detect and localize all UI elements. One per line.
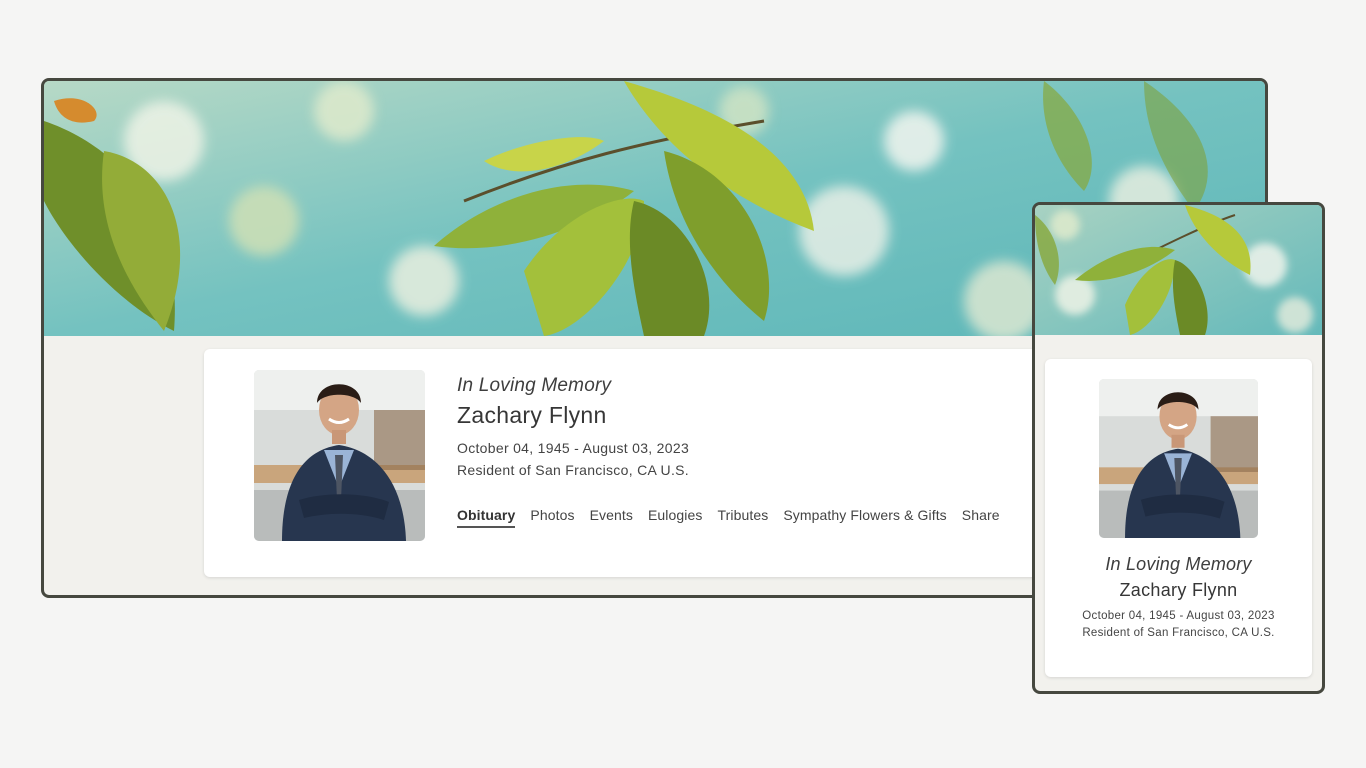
tab-tributes[interactable]: Tributes xyxy=(717,507,768,528)
memorial-card: In Loving Memory Zachary Flynn October 0… xyxy=(204,349,1084,577)
in-loving-memory-label-mobile: In Loving Memory xyxy=(1105,554,1252,574)
tab-photos[interactable]: Photos xyxy=(530,507,574,528)
portrait-photo xyxy=(254,370,425,541)
deceased-name-mobile: Zachary Flynn xyxy=(1119,580,1238,600)
tab-eulogies[interactable]: Eulogies xyxy=(648,507,703,528)
deceased-name: Zachary Flynn xyxy=(457,402,607,428)
tab-events[interactable]: Events xyxy=(590,507,633,528)
memorial-card-mobile: In Loving Memory Zachary Flynn October 0… xyxy=(1045,359,1312,677)
memorial-info-mobile: In Loving Memory Zachary Flynn October 0… xyxy=(1045,554,1312,639)
tab-obituary[interactable]: Obituary xyxy=(457,507,516,528)
cover-banner-image-mobile xyxy=(1035,205,1322,335)
tab-sympathy-flowers-gifts[interactable]: Sympathy Flowers & Gifts xyxy=(783,507,946,528)
mobile-preview: In Loving Memory Zachary Flynn October 0… xyxy=(1032,202,1325,694)
portrait-photo-mobile xyxy=(1099,379,1258,538)
memorial-tabs: Obituary Photos Events Eulogies Tributes… xyxy=(457,507,1000,528)
residence-text-mobile: Resident of San Francisco, CA U.S. xyxy=(1082,627,1275,639)
in-loving-memory-label: In Loving Memory xyxy=(457,375,612,396)
tab-share[interactable]: Share xyxy=(962,507,1000,528)
life-dates: October 04, 1945 - August 03, 2023 xyxy=(457,440,690,456)
life-dates-mobile: October 04, 1945 - August 03, 2023 xyxy=(1082,610,1275,622)
memorial-info: In Loving Memory Zachary Flynn October 0… xyxy=(457,375,689,478)
residence-text: Resident of San Francisco, CA U.S. xyxy=(457,462,689,478)
